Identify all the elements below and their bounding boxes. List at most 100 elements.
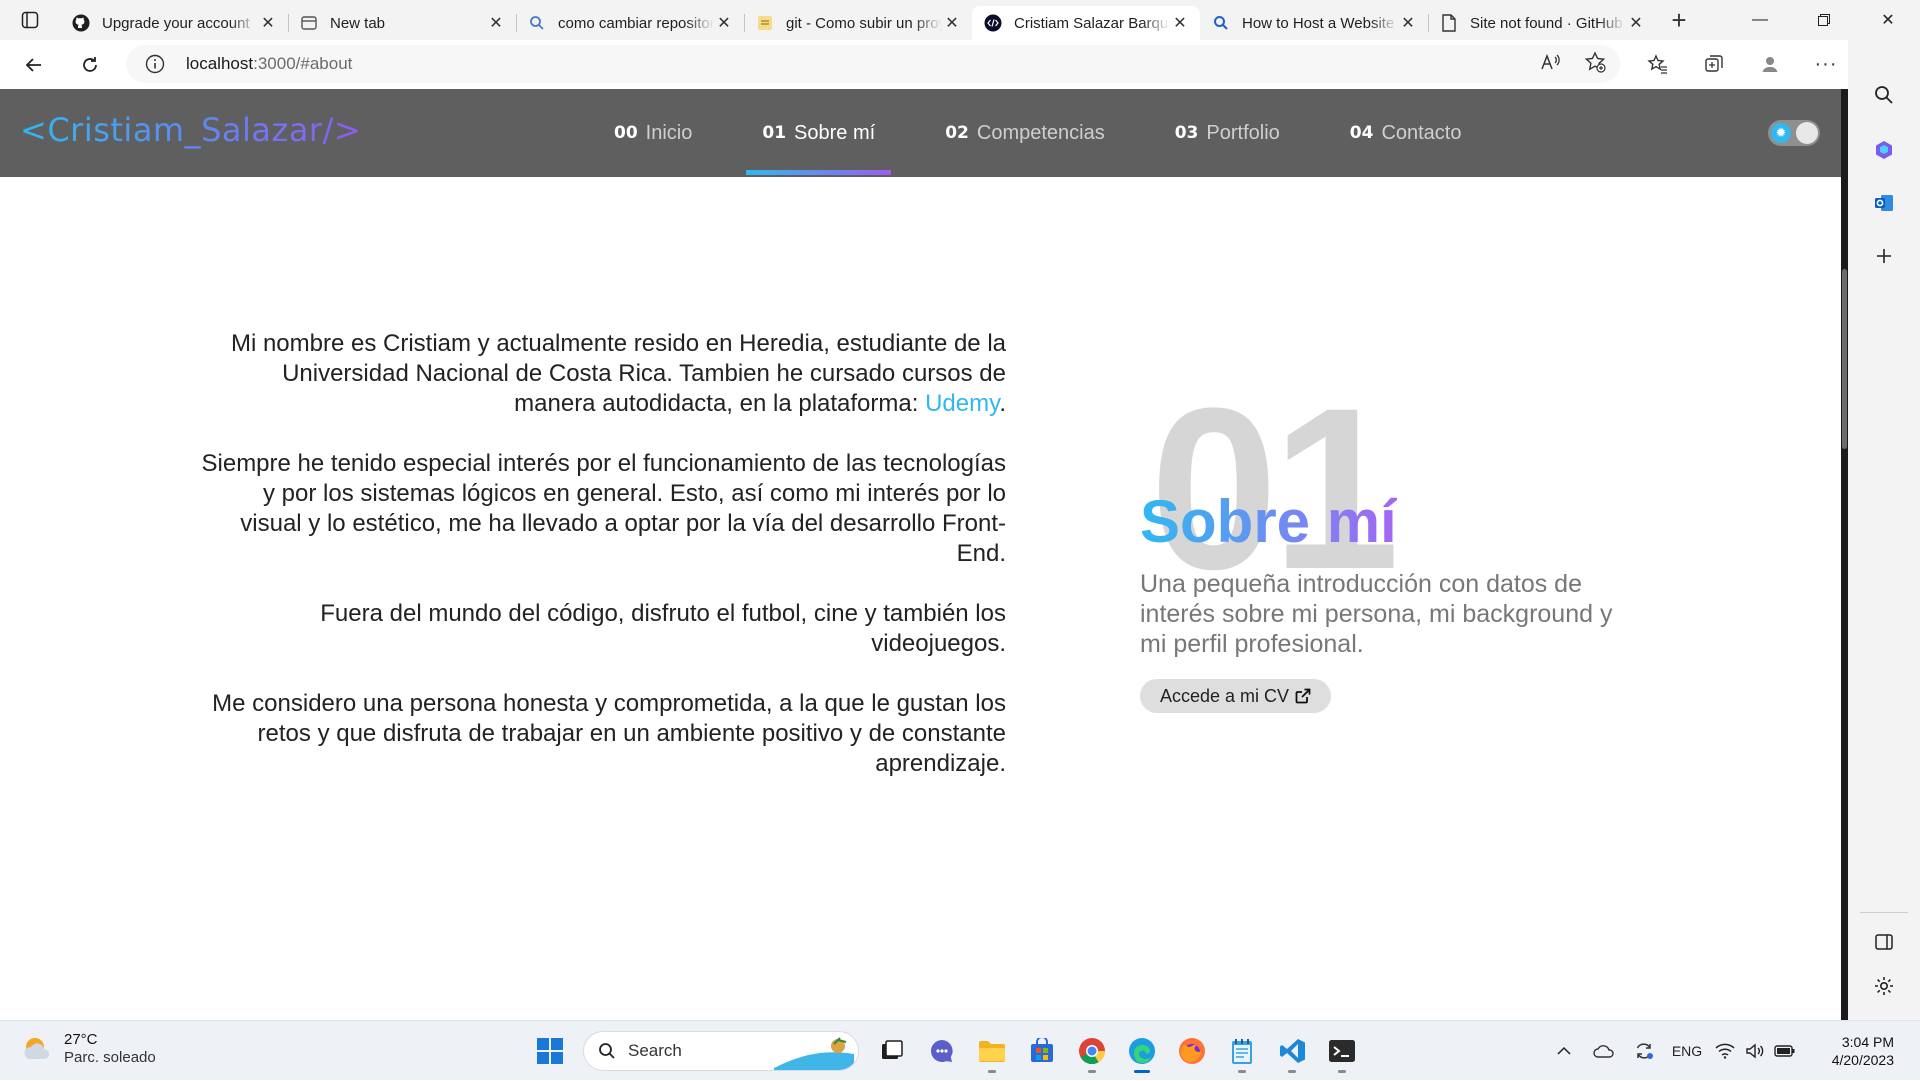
about-paragraph: Siempre he tenido especial interés por e… xyxy=(201,450,1007,567)
theme-toggle[interactable]: ✹ xyxy=(1768,120,1820,146)
about-paragraph-text: Mi nombre es Cristiam y actualmente resi… xyxy=(230,330,1006,417)
minimize-icon[interactable]: — xyxy=(1728,0,1792,40)
taskbar-search[interactable]: Search xyxy=(583,1031,859,1071)
sidebar-settings-button[interactable] xyxy=(1868,970,1900,1002)
address-bar[interactable]: localhost:3000/#about xyxy=(126,45,1620,83)
tab-title: Upgrade your account xyxy=(102,14,250,32)
taskbar-file-explorer[interactable] xyxy=(967,1029,1017,1073)
site-navbar: <Cristiam_Salazar/> 00 Inicio 01 Sobre mí … xyxy=(0,89,1841,177)
task-view-icon xyxy=(882,1040,903,1059)
taskbar-chat[interactable] xyxy=(917,1029,967,1073)
wifi-icon[interactable] xyxy=(1710,1031,1740,1071)
close-window-icon[interactable]: ✕ xyxy=(1856,0,1920,40)
nav-item-inicio[interactable]: 00 Inicio xyxy=(598,89,708,177)
start-button[interactable] xyxy=(525,1029,575,1073)
nav-item-sobre-mi[interactable]: 01 Sobre mí xyxy=(746,89,892,177)
about-paragraph: Fuera del mundo del código, disfruto el … xyxy=(320,600,1006,657)
browser-tab[interactable]: Upgrade your account ✕ xyxy=(60,6,288,40)
tab-title: Cristiam Salazar Barquero xyxy=(1014,14,1170,32)
profile-icon xyxy=(1762,57,1778,72)
sidebar-add-button[interactable] xyxy=(1868,240,1900,272)
about-paragraph-text: . xyxy=(999,390,1006,417)
onedrive-icon[interactable] xyxy=(1584,1031,1624,1071)
search-icon xyxy=(1875,86,1893,104)
taskbar-notepad[interactable] xyxy=(1217,1029,1267,1073)
taskbar-chrome[interactable] xyxy=(1067,1029,1117,1073)
windows-taskbar: 27°C Parc. soleado Search ENG 3:04 PM 4/… xyxy=(0,1020,1920,1080)
profile-button[interactable] xyxy=(1742,44,1798,84)
page-scrollbar[interactable] xyxy=(1841,89,1848,1020)
taskbar-terminal[interactable] xyxy=(1317,1029,1367,1073)
close-tab-icon[interactable]: ✕ xyxy=(942,13,962,33)
tab-actions-button[interactable] xyxy=(0,0,60,40)
system-tray: ENG xyxy=(1544,1021,1800,1081)
add-favorite-icon[interactable] xyxy=(1584,50,1606,78)
close-tab-icon[interactable]: ✕ xyxy=(714,13,734,33)
windows-logo-icon xyxy=(537,1038,563,1064)
browser-tab[interactable]: How to Host a Website ✕ xyxy=(1200,6,1428,40)
vscode-icon xyxy=(1280,1039,1305,1063)
taskbar-vscode[interactable] xyxy=(1267,1029,1317,1073)
close-tab-icon[interactable]: ✕ xyxy=(1170,13,1190,33)
site-info-icon[interactable] xyxy=(144,53,166,75)
more-options-button[interactable]: ··· xyxy=(1798,44,1854,84)
site-logo[interactable]: <Cristiam_Salazar/> xyxy=(20,111,361,149)
nav-item-portfolio[interactable]: 03 Portfolio xyxy=(1159,89,1296,177)
sidebar-search-button[interactable] xyxy=(1868,79,1900,111)
nav-item-competencias[interactable]: 02 Competencias xyxy=(929,89,1121,177)
close-tab-icon[interactable]: ✕ xyxy=(1626,13,1646,33)
about-paragraph: Mi nombre es Cristiam y actualmente resi… xyxy=(200,329,1006,419)
battery-icon[interactable] xyxy=(1770,1031,1800,1071)
input-language[interactable]: ENG xyxy=(1664,1031,1710,1071)
nav-item-number: 00 xyxy=(614,123,638,143)
udemy-link[interactable]: Udemy xyxy=(925,390,999,417)
refresh-icon xyxy=(83,56,97,72)
volume-icon[interactable] xyxy=(1740,1031,1770,1071)
sync-icon[interactable] xyxy=(1624,1031,1664,1071)
tab-title: How to Host a Website xyxy=(1242,14,1395,32)
nav-item-label: Contacto xyxy=(1381,121,1462,144)
maximize-icon[interactable] xyxy=(1792,0,1856,40)
running-indicator xyxy=(1338,1070,1346,1073)
close-tab-icon[interactable]: ✕ xyxy=(486,13,506,33)
nav-menu: 00 Inicio 01 Sobre mí 02 Competencias 03 Por… xyxy=(598,89,1516,177)
taskbar-store[interactable] xyxy=(1017,1029,1067,1073)
scrollbar-thumb[interactable] xyxy=(1842,269,1847,449)
browser-tab-active[interactable]: Cristiam Salazar Barquero ✕ xyxy=(972,6,1200,40)
refresh-button[interactable] xyxy=(62,45,118,85)
browser-tab[interactable]: Site not found · GitHub ✕ xyxy=(1428,6,1656,40)
collections-button[interactable] xyxy=(1686,44,1742,84)
close-tab-icon[interactable]: ✕ xyxy=(1398,13,1418,33)
clock-date: 4/20/2023 xyxy=(1831,1052,1894,1068)
window-controls: — ✕ xyxy=(1728,0,1920,40)
github-icon xyxy=(72,14,90,32)
section-title: Sobre mí xyxy=(1140,488,1397,555)
taskbar-apps: Search xyxy=(525,1029,1367,1073)
url-path: :3000/#about xyxy=(253,54,353,73)
show-hidden-icons[interactable] xyxy=(1544,1031,1584,1071)
browser-toolbar: localhost:3000/#about ··· xyxy=(0,40,1920,89)
sidebar-copilot-button[interactable] xyxy=(1868,134,1900,166)
sidebar-divider xyxy=(1860,912,1908,913)
weather-widget[interactable]: 27°C Parc. soleado xyxy=(20,1031,156,1067)
taskbar-firefox[interactable] xyxy=(1167,1029,1217,1073)
tab-title: New tab xyxy=(330,14,386,32)
favorites-button[interactable] xyxy=(1630,44,1686,84)
page-viewport: <Cristiam_Salazar/> 00 Inicio 01 Sobre mí … xyxy=(0,89,1841,1020)
close-tab-icon[interactable]: ✕ xyxy=(258,13,278,33)
nav-item-contacto[interactable]: 04 Contacto xyxy=(1334,89,1478,177)
system-clock[interactable]: 3:04 PM 4/20/2023 xyxy=(1832,1033,1894,1069)
sidebar-toggle-button[interactable] xyxy=(1868,926,1900,958)
browser-tab[interactable]: como cambiar repositorio ✕ xyxy=(516,6,744,40)
taskbar-task-view[interactable] xyxy=(867,1029,917,1073)
read-aloud-icon[interactable] xyxy=(1540,52,1562,77)
url-host: localhost xyxy=(186,54,254,73)
back-button[interactable] xyxy=(6,45,62,85)
sidebar-outlook-button[interactable] xyxy=(1868,187,1900,219)
new-tab-button[interactable]: + xyxy=(1656,0,1702,40)
browser-tab[interactable]: git - Como subir un proyecto ✕ xyxy=(744,6,972,40)
browser-tab[interactable]: New tab ✕ xyxy=(288,6,516,40)
cv-button[interactable]: Accede a mi CV xyxy=(1140,679,1332,713)
nav-item-label: Inicio xyxy=(645,121,693,144)
taskbar-edge[interactable] xyxy=(1117,1029,1167,1073)
